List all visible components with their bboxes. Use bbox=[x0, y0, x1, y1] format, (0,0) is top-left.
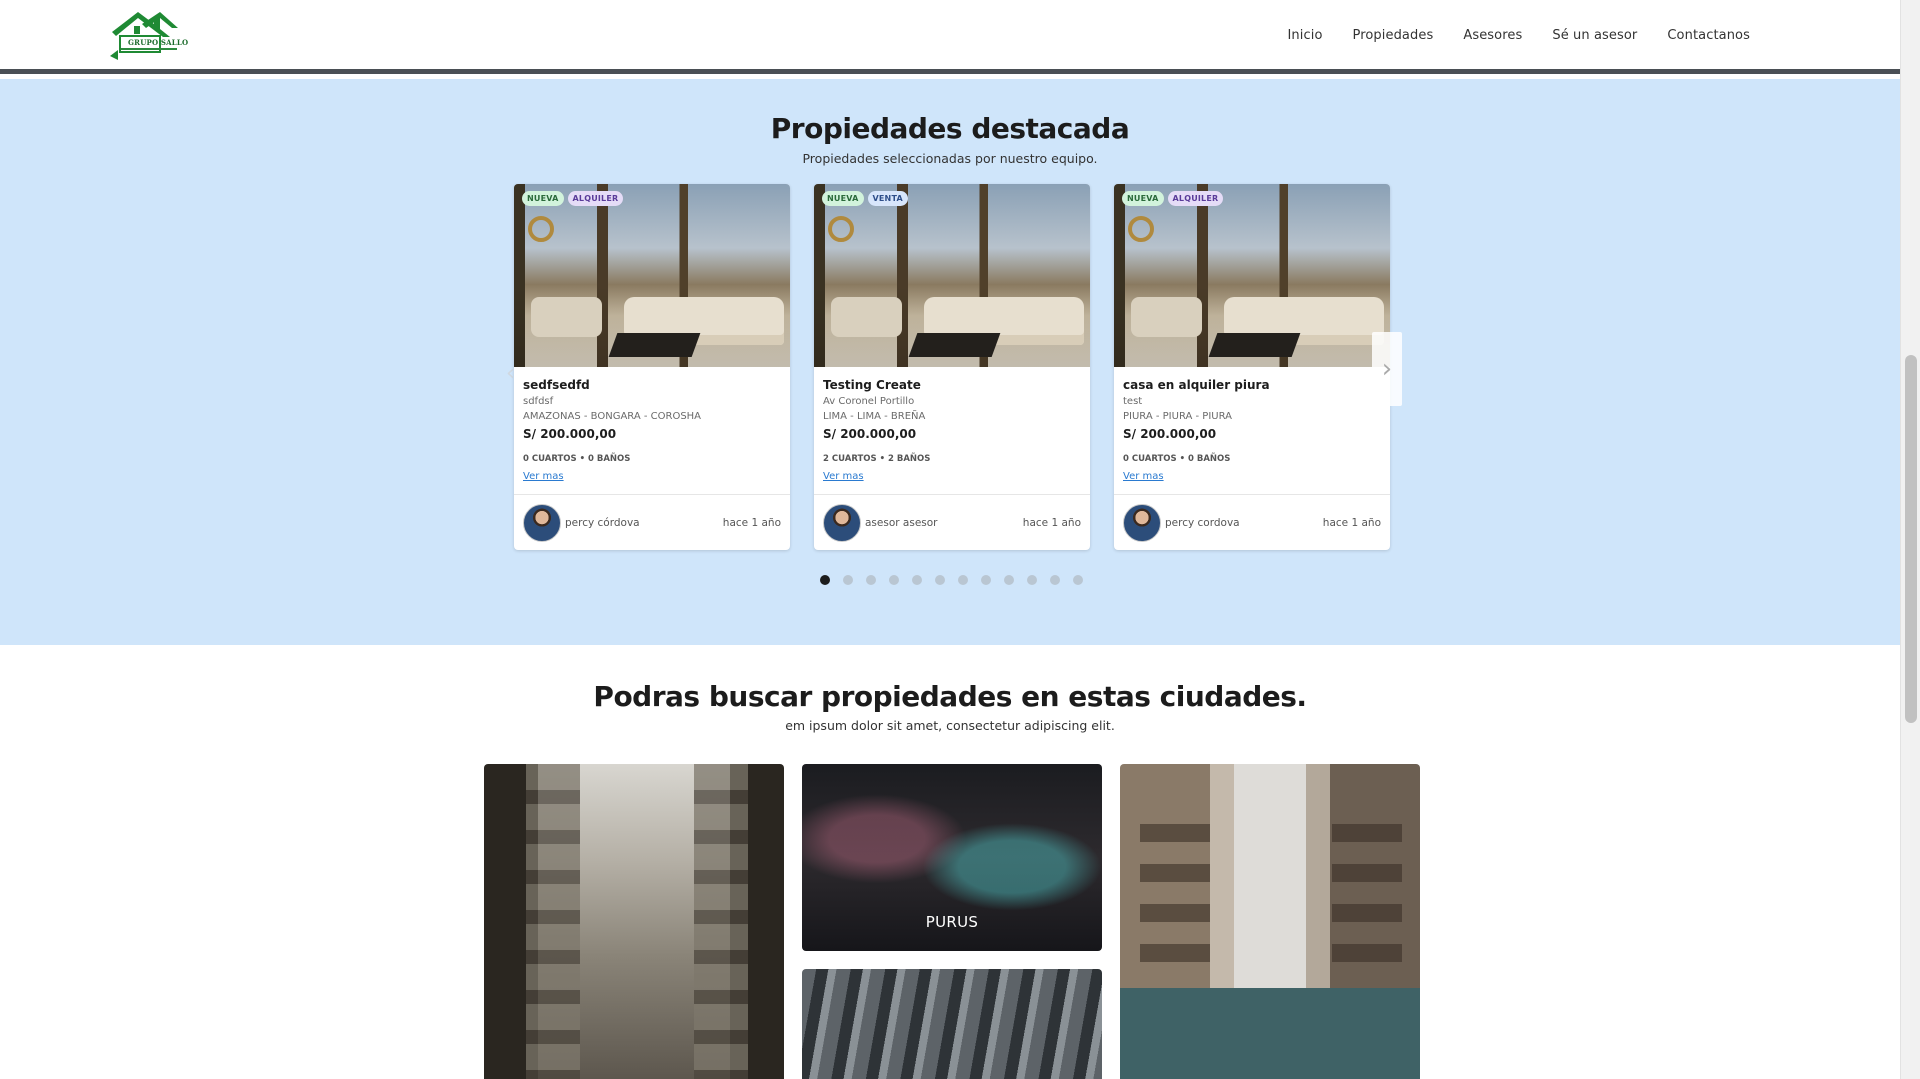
carousel-dot[interactable] bbox=[1050, 575, 1060, 585]
agent-name: percy cordova bbox=[1165, 516, 1240, 529]
badge-group: NUEVA ALQUILER bbox=[522, 191, 624, 206]
carousel-dot[interactable] bbox=[912, 575, 922, 585]
carousel-dot[interactable] bbox=[935, 575, 945, 585]
carousel-dot[interactable] bbox=[1027, 575, 1037, 585]
badge-rent: ALQUILER bbox=[567, 191, 624, 206]
page-scrollbar[interactable] bbox=[1900, 0, 1920, 1079]
carousel-pagination bbox=[820, 575, 1083, 585]
property-location: PIURA - PIURA - PIURA bbox=[1123, 411, 1232, 422]
badge-new: NUEVA bbox=[822, 191, 864, 206]
agent-name: percy córdova bbox=[565, 516, 640, 529]
nav-link-asesores[interactable]: Asesores bbox=[1463, 28, 1522, 43]
property-card[interactable]: NUEVA ALQUILER casa en alquiler piura te… bbox=[1114, 184, 1390, 550]
nav-link-inicio[interactable]: Inicio bbox=[1288, 28, 1323, 43]
carousel-dot[interactable] bbox=[1073, 575, 1083, 585]
property-address: test bbox=[1123, 396, 1143, 407]
carousel-dot[interactable] bbox=[1004, 575, 1014, 585]
carousel-dot[interactable] bbox=[843, 575, 853, 585]
badge-group: NUEVA ALQUILER bbox=[1122, 191, 1224, 206]
posted-time: hace 1 año bbox=[1322, 516, 1381, 529]
nav-link-se-un-asesor[interactable]: Sé un asesor bbox=[1552, 28, 1637, 43]
property-location: LIMA - LIMA - BREÑA bbox=[823, 411, 926, 422]
carousel-dot[interactable] bbox=[866, 575, 876, 585]
scrollbar-thumb[interactable] bbox=[1905, 355, 1917, 723]
property-photo[interactable]: NUEVA ALQUILER bbox=[1114, 184, 1390, 367]
property-title: casa en alquiler piura bbox=[1123, 378, 1270, 392]
chevron-right-icon[interactable]: › bbox=[1372, 332, 1402, 406]
badge-new: NUEVA bbox=[522, 191, 564, 206]
property-price: S/ 200.000,00 bbox=[1123, 427, 1217, 441]
property-location: AMAZONAS - BONGARA - COROSHA bbox=[523, 411, 702, 422]
agent-avatar[interactable] bbox=[823, 503, 861, 542]
property-carousel: NUEVA ALQUILER sedfsedfd sdfdsf AMAZONAS… bbox=[514, 184, 1390, 550]
card-footer: percy córdova hace 1 año bbox=[514, 494, 790, 550]
posted-time: hace 1 año bbox=[722, 516, 781, 529]
property-address: sdfdsf bbox=[523, 396, 554, 407]
property-price: S/ 200.000,00 bbox=[823, 427, 917, 441]
logo-house-icon[interactable] bbox=[108, 10, 180, 60]
carousel-dot[interactable] bbox=[889, 575, 899, 585]
agent-avatar[interactable] bbox=[523, 503, 561, 542]
badge-rent: ALQUILER bbox=[1167, 191, 1224, 206]
property-title: Testing Create bbox=[823, 378, 921, 392]
badge-group: NUEVA VENTA bbox=[822, 191, 908, 206]
main-menu: Inicio Propiedades Asesores Sé un asesor… bbox=[1258, 28, 1751, 43]
posted-time: hace 1 año bbox=[1022, 516, 1081, 529]
property-photo[interactable]: NUEVA ALQUILER bbox=[514, 184, 790, 367]
city-tile-1[interactable] bbox=[484, 764, 784, 1079]
cities-subtitle: em ipsum dolor sit amet, consectetur adi… bbox=[785, 718, 1115, 733]
badge-sale: VENTA bbox=[867, 191, 908, 206]
featured-subtitle: Propiedades seleccionadas por nuestro eq… bbox=[802, 151, 1098, 166]
featured-title: Propiedades destacada bbox=[770, 112, 1130, 145]
agent-avatar[interactable] bbox=[1123, 503, 1161, 542]
property-photo[interactable]: NUEVA VENTA bbox=[814, 184, 1090, 367]
badge-new: NUEVA bbox=[1122, 191, 1164, 206]
top-navbar: GRUPO SALLO Inicio Propiedades Asesores … bbox=[0, 0, 1900, 74]
agent-name: asesor asesor bbox=[865, 516, 938, 529]
card-footer: percy cordova hace 1 año bbox=[1114, 494, 1390, 550]
cities-title: Podras buscar propiedades en estas ciuda… bbox=[593, 680, 1307, 713]
nav-link-propiedades[interactable]: Propiedades bbox=[1353, 28, 1434, 43]
see-more-link[interactable]: Ver mas bbox=[523, 471, 564, 482]
carousel-dot[interactable] bbox=[958, 575, 968, 585]
featured-properties-section: Propiedades destacada Propiedades selecc… bbox=[0, 79, 1900, 645]
property-card[interactable]: NUEVA VENTA Testing Create Av Coronel Po… bbox=[814, 184, 1090, 550]
logo-underline bbox=[121, 48, 177, 50]
property-rooms: 2 CUARTOS • 2 BAÑOS bbox=[823, 454, 931, 464]
card-footer: asesor asesor hace 1 año bbox=[814, 494, 1090, 550]
property-rooms: 0 CUARTOS • 0 BAÑOS bbox=[1123, 454, 1231, 464]
carousel-dot[interactable] bbox=[820, 575, 830, 585]
see-more-link[interactable]: Ver mas bbox=[1123, 471, 1164, 482]
city-tile-purus[interactable]: PURUS bbox=[802, 764, 1102, 951]
property-rooms: 0 CUARTOS • 0 BAÑOS bbox=[523, 454, 631, 464]
city-label: PURUS bbox=[925, 913, 979, 931]
property-address: Av Coronel Portillo bbox=[823, 396, 915, 407]
logo-text: GRUPO SALLO bbox=[128, 38, 189, 47]
city-tile-3[interactable] bbox=[802, 969, 1102, 1079]
carousel-dot[interactable] bbox=[981, 575, 991, 585]
property-price: S/ 200.000,00 bbox=[523, 427, 617, 441]
property-card[interactable]: NUEVA ALQUILER sedfsedfd sdfdsf AMAZONAS… bbox=[514, 184, 790, 550]
city-tile-4[interactable] bbox=[1120, 764, 1420, 1079]
nav-link-contactanos[interactable]: Contactanos bbox=[1667, 28, 1750, 43]
see-more-link[interactable]: Ver mas bbox=[823, 471, 864, 482]
property-title: sedfsedfd bbox=[523, 378, 590, 392]
